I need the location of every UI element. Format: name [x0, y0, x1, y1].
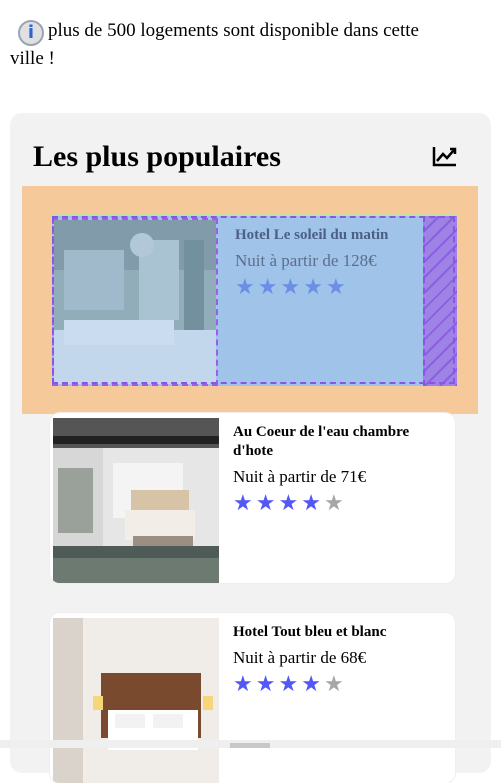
- star-icon: ★: [301, 491, 324, 516]
- star-icon: ★: [235, 275, 258, 300]
- star-icon: ★: [233, 672, 256, 697]
- scrollbar-thumb[interactable]: [230, 743, 270, 748]
- popular-section: Les plus populaires Hotel Le soleil du m…: [10, 113, 491, 783]
- star-icon: ★: [280, 275, 304, 300]
- hotel-name[interactable]: Hotel Tout bleu et blanc: [233, 623, 443, 642]
- hotel-photo: [53, 618, 219, 783]
- star-icon: ★: [301, 672, 324, 697]
- rating-stars: ★★★★★: [233, 673, 443, 697]
- star-icon: ★: [323, 491, 347, 516]
- star-icon: ★: [255, 672, 279, 697]
- hotel-photo: [53, 418, 219, 583]
- info-icon: i: [18, 20, 44, 46]
- hotel-price: Nuit à partir de 128€: [235, 251, 377, 270]
- horizontal-scrollbar[interactable]: [0, 740, 501, 748]
- hotel-price: Nuit à partir de 71€: [233, 467, 367, 486]
- trending-up-icon[interactable]: [432, 145, 458, 167]
- info-message: i plus de 500 logements sont disponible d…: [10, 18, 450, 72]
- hotel-photo: [52, 218, 218, 386]
- rating-stars: ★★★★★: [233, 492, 443, 516]
- rating-stars: ★★★★★: [235, 276, 445, 300]
- star-icon: ★: [255, 491, 279, 516]
- star-icon: ★: [257, 275, 281, 300]
- star-icon: ★: [323, 672, 347, 697]
- star-icon: ★: [325, 275, 349, 300]
- section-title: Les plus populaires: [33, 140, 281, 173]
- info-text: plus de 500 logements sont disponible da…: [10, 20, 419, 69]
- star-icon: ★: [278, 672, 302, 697]
- star-icon: ★: [233, 491, 256, 516]
- star-icon: ★: [303, 275, 326, 300]
- hotel-name[interactable]: Au Coeur de l'eau chambre d'hote: [233, 423, 443, 461]
- star-icon: ★: [278, 491, 302, 516]
- hotel-card[interactable]: Au Coeur de l'eau chambre d'hote Nuit à …: [50, 413, 455, 583]
- hotel-price: Nuit à partir de 68€: [233, 648, 367, 667]
- hotel-card[interactable]: Hotel Tout bleu et blanc Nuit à partir d…: [50, 613, 455, 783]
- selection-handle[interactable]: [423, 216, 457, 386]
- hotel-name[interactable]: Hotel Le soleil du matin: [235, 226, 445, 245]
- hotel-card[interactable]: Hotel Le soleil du matin Nuit à partir d…: [52, 213, 457, 386]
